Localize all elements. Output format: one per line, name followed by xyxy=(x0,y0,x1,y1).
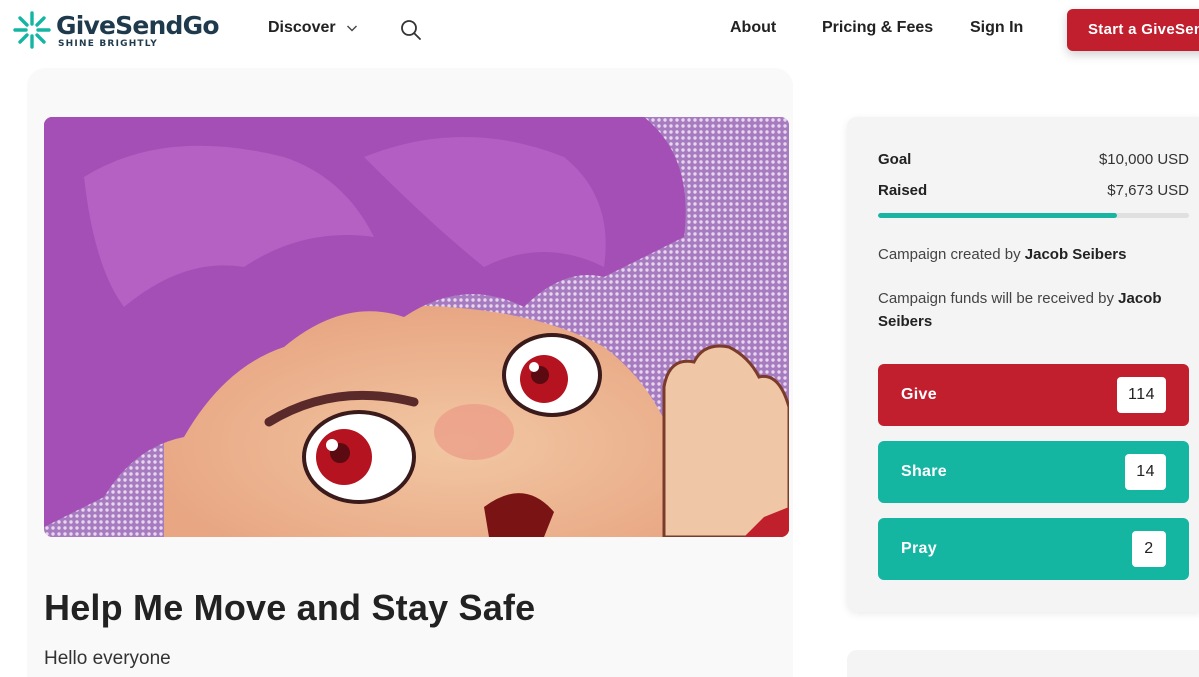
logo-name: GiveSendGo xyxy=(56,10,220,40)
raised-row: Raised $7,673 USD xyxy=(878,182,1189,199)
site-logo[interactable]: GiveSendGo SHINE BRIGHTLY xyxy=(12,9,220,51)
give-button[interactable]: Give 114 xyxy=(878,364,1189,426)
campaign-title: Help Me Move and Stay Safe xyxy=(44,587,536,628)
chevron-down-icon xyxy=(346,25,357,32)
pray-count: 2 xyxy=(1132,531,1166,567)
give-count: 114 xyxy=(1116,377,1166,413)
campaign-intro: Hello everyone xyxy=(44,648,171,669)
campaign-recipient-text: Campaign funds will be received by Jacob… xyxy=(878,287,1189,333)
start-campaign-button[interactable]: Start a GiveSendGo xyxy=(1067,9,1199,51)
goal-value: $10,000 USD xyxy=(1098,151,1189,168)
search-icon[interactable] xyxy=(399,18,423,42)
campaign-hero-image xyxy=(44,117,789,537)
nav-discover[interactable]: Discover xyxy=(268,19,358,37)
raised-value: $7,673 USD xyxy=(1107,182,1189,199)
givesendgo-logo-icon xyxy=(13,11,51,49)
nav-pricing[interactable]: Pricing & Fees xyxy=(822,19,933,37)
give-label: Give xyxy=(901,386,937,403)
nav-signin[interactable]: Sign In xyxy=(970,19,1023,37)
recipient-prefix: Campaign funds will be received by xyxy=(878,290,1114,307)
creator-prefix: Campaign created by xyxy=(878,246,1021,263)
goal-row: Goal $10,000 USD xyxy=(878,151,1189,168)
funding-progress-bar xyxy=(878,213,1189,218)
pray-button[interactable]: Pray 2 xyxy=(878,518,1189,580)
campaign-creator-text: Campaign created by Jacob Seibers xyxy=(878,243,1189,266)
logo-tagline: SHINE BRIGHTLY xyxy=(58,38,159,49)
creator-name[interactable]: Jacob Seibers xyxy=(1025,246,1127,263)
secondary-panel xyxy=(847,650,1199,677)
funding-progress-fill xyxy=(878,213,1117,218)
goal-label: Goal xyxy=(878,151,912,168)
raised-label: Raised xyxy=(878,182,928,199)
share-count: 14 xyxy=(1125,454,1166,490)
share-label: Share xyxy=(901,463,947,480)
site-header: GiveSendGo SHINE BRIGHTLY Discover About… xyxy=(0,0,1199,62)
nav-discover-label: Discover xyxy=(268,19,336,36)
pray-label: Pray xyxy=(901,540,937,557)
hero-illustration xyxy=(44,117,789,537)
nav-about[interactable]: About xyxy=(730,19,776,37)
share-button[interactable]: Share 14 xyxy=(878,441,1189,503)
